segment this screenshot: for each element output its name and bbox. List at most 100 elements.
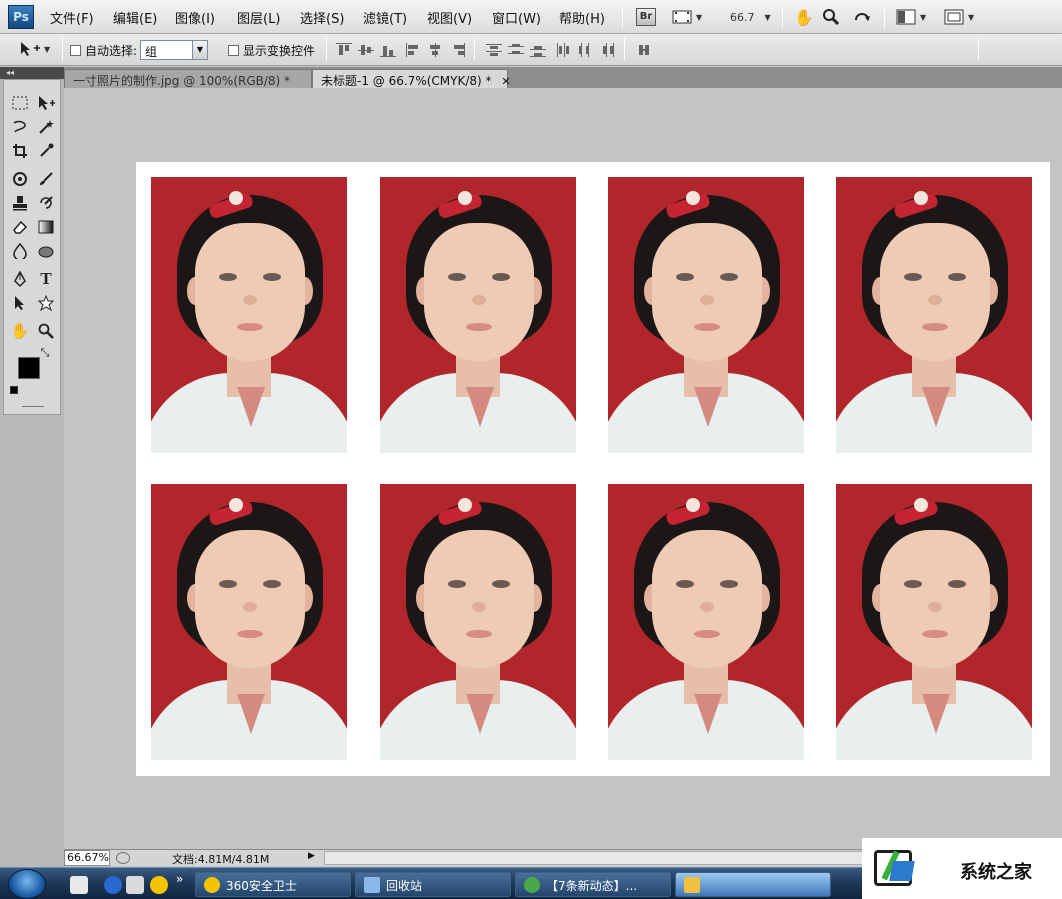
taskbar-button-recycle-bin[interactable]: 回收站 — [355, 872, 511, 897]
canvas-area[interactable] — [64, 88, 1062, 848]
menu-filter[interactable]: 滤镜(T) — [363, 8, 407, 27]
menu-view[interactable]: 视图(V) — [427, 8, 472, 27]
menu-image[interactable]: 图像(I) — [175, 8, 215, 27]
history-brush-tool[interactable] — [34, 192, 58, 214]
magnifier-icon — [38, 323, 54, 339]
auto-select-dropdown[interactable]: 组 ▼ — [140, 40, 208, 60]
marquee-tool[interactable] — [8, 92, 32, 114]
status-zoom-field[interactable]: 66.67% — [64, 850, 110, 866]
align-vcenter-icon[interactable] — [358, 43, 374, 57]
menu-file[interactable]: 文件(F) — [50, 8, 94, 27]
auto-select-checkbox[interactable]: 自动选择: — [70, 42, 137, 59]
panel-collapse-handle[interactable]: ◂◂ — [0, 67, 64, 79]
ie-icon[interactable] — [104, 876, 122, 894]
path-selection-tool[interactable] — [8, 292, 32, 314]
default-colors-icon[interactable] — [10, 386, 18, 394]
align-top-icon[interactable] — [336, 43, 352, 57]
quicklaunch-360-icon[interactable] — [150, 876, 168, 894]
taskbar-button-label: 【7条新动态】... — [546, 879, 638, 893]
hand-icon: ✋ — [794, 7, 814, 27]
rotate-view-button[interactable] — [852, 7, 872, 27]
magic-wand-tool[interactable] — [34, 116, 58, 138]
menu-select[interactable]: 选择(S) — [300, 8, 344, 27]
horizontal-scrollbar[interactable] — [324, 851, 924, 865]
distribute-bottom-icon[interactable] — [530, 43, 546, 57]
taskbar-button-news[interactable]: 【7条新动态】... — [515, 872, 671, 897]
distribute-right-icon[interactable] — [600, 43, 616, 57]
swap-colors-button[interactable]: ⤡ — [38, 346, 52, 360]
taskbar-button-360[interactable]: 360安全卫士 — [195, 872, 351, 897]
gradient-icon — [38, 220, 54, 234]
crop-icon — [13, 144, 27, 158]
document-tabs: 一寸照片的制作.jpg @ 100%(RGB/8) * 未标题-1 @ 66.7… — [64, 67, 1062, 88]
menu-help[interactable]: 帮助(H) — [559, 8, 605, 27]
foreground-color-swatch[interactable] — [18, 357, 40, 379]
id-photo — [380, 177, 576, 453]
taskbar-button-folder[interactable] — [675, 872, 831, 897]
move-tool[interactable] — [34, 92, 58, 114]
hand-icon: ✋ — [10, 322, 30, 340]
tools-panel: ◂◂ T ✋ ⤡ — [0, 67, 64, 867]
zoom-tool-button[interactable] — [822, 7, 840, 27]
type-tool[interactable]: T — [34, 268, 58, 290]
chevron-down-icon: ▼ — [764, 12, 771, 22]
screen-mode-button[interactable]: ▼ — [944, 7, 974, 27]
tool-preset-picker[interactable]: ▼ — [18, 40, 50, 58]
document-canvas[interactable] — [136, 162, 1050, 776]
tab-document-2[interactable]: 未标题-1 @ 66.7%(CMYK/8) * ✕ — [312, 69, 511, 88]
custom-shape-tool[interactable] — [34, 292, 58, 314]
align-right-icon[interactable] — [450, 43, 466, 57]
distribute-hcenter-icon[interactable] — [578, 43, 594, 57]
stamp-icon — [13, 196, 27, 211]
hand-tool[interactable]: ✋ — [8, 320, 32, 342]
status-info-icon[interactable] — [116, 852, 130, 864]
tab-document-1[interactable]: 一寸照片的制作.jpg @ 100%(RGB/8) * — [64, 69, 312, 88]
options-bar: ▼ 自动选择: 组 ▼ 显示变换控件 — [0, 34, 1062, 66]
menu-edit[interactable]: 编辑(E) — [113, 8, 157, 27]
blur-tool[interactable] — [8, 240, 32, 262]
taskbar-button-label: 回收站 — [386, 879, 423, 893]
show-transform-checkbox[interactable]: 显示变换控件 — [228, 42, 315, 59]
align-left-icon[interactable] — [406, 43, 422, 57]
auto-align-layers-icon[interactable] — [636, 43, 652, 57]
clone-stamp-tool[interactable] — [8, 192, 32, 214]
options-separator — [474, 38, 475, 60]
swap-arrows-icon: ⤡ — [40, 346, 50, 359]
distribute-vcenter-icon[interactable] — [508, 43, 524, 57]
type-icon: T — [40, 269, 52, 288]
app-logo[interactable]: Ps — [8, 5, 34, 29]
auto-select-value: 组 — [145, 45, 158, 59]
bridge-button[interactable]: Br — [636, 7, 656, 27]
quicklaunch-icon[interactable] — [126, 876, 144, 894]
eyedropper-tool[interactable] — [34, 140, 58, 162]
eraser-tool[interactable] — [8, 216, 32, 238]
align-hcenter-icon[interactable] — [428, 43, 444, 57]
close-icon[interactable]: ✕ — [501, 75, 510, 88]
zoom-level-select[interactable]: 66.7 ▼ — [730, 7, 771, 27]
menu-layer[interactable]: 图层(L) — [237, 8, 280, 27]
arrange-documents-button[interactable]: ▼ — [896, 7, 926, 27]
align-bottom-icon[interactable] — [380, 43, 396, 57]
hand-tool-button[interactable]: ✋ — [794, 7, 814, 27]
menu-window[interactable]: 窗口(W) — [492, 8, 541, 27]
magic-wand-icon — [39, 120, 54, 134]
id-photo — [380, 484, 576, 760]
shield-360-icon — [204, 877, 220, 893]
arrow-pointer-icon — [15, 296, 24, 310]
zoom-tool[interactable] — [34, 320, 58, 342]
status-menu-arrow[interactable]: ▶ — [308, 851, 320, 865]
distribute-top-icon[interactable] — [486, 43, 502, 57]
distribute-left-icon[interactable] — [556, 43, 572, 57]
start-button[interactable] — [8, 869, 46, 899]
lasso-tool[interactable] — [8, 116, 32, 138]
chevron-right-icon[interactable]: » — [176, 872, 183, 886]
healing-brush-tool[interactable] — [8, 168, 32, 190]
gradient-tool[interactable] — [34, 216, 58, 238]
burn-tool[interactable] — [34, 240, 58, 262]
brush-tool[interactable] — [34, 168, 58, 190]
show-desktop-icon[interactable] — [70, 876, 88, 894]
view-extras-button[interactable]: ▼ — [672, 7, 702, 27]
crop-tool[interactable] — [8, 140, 32, 162]
chevron-down-icon: ▼ — [44, 44, 51, 54]
pen-tool[interactable] — [8, 268, 32, 290]
